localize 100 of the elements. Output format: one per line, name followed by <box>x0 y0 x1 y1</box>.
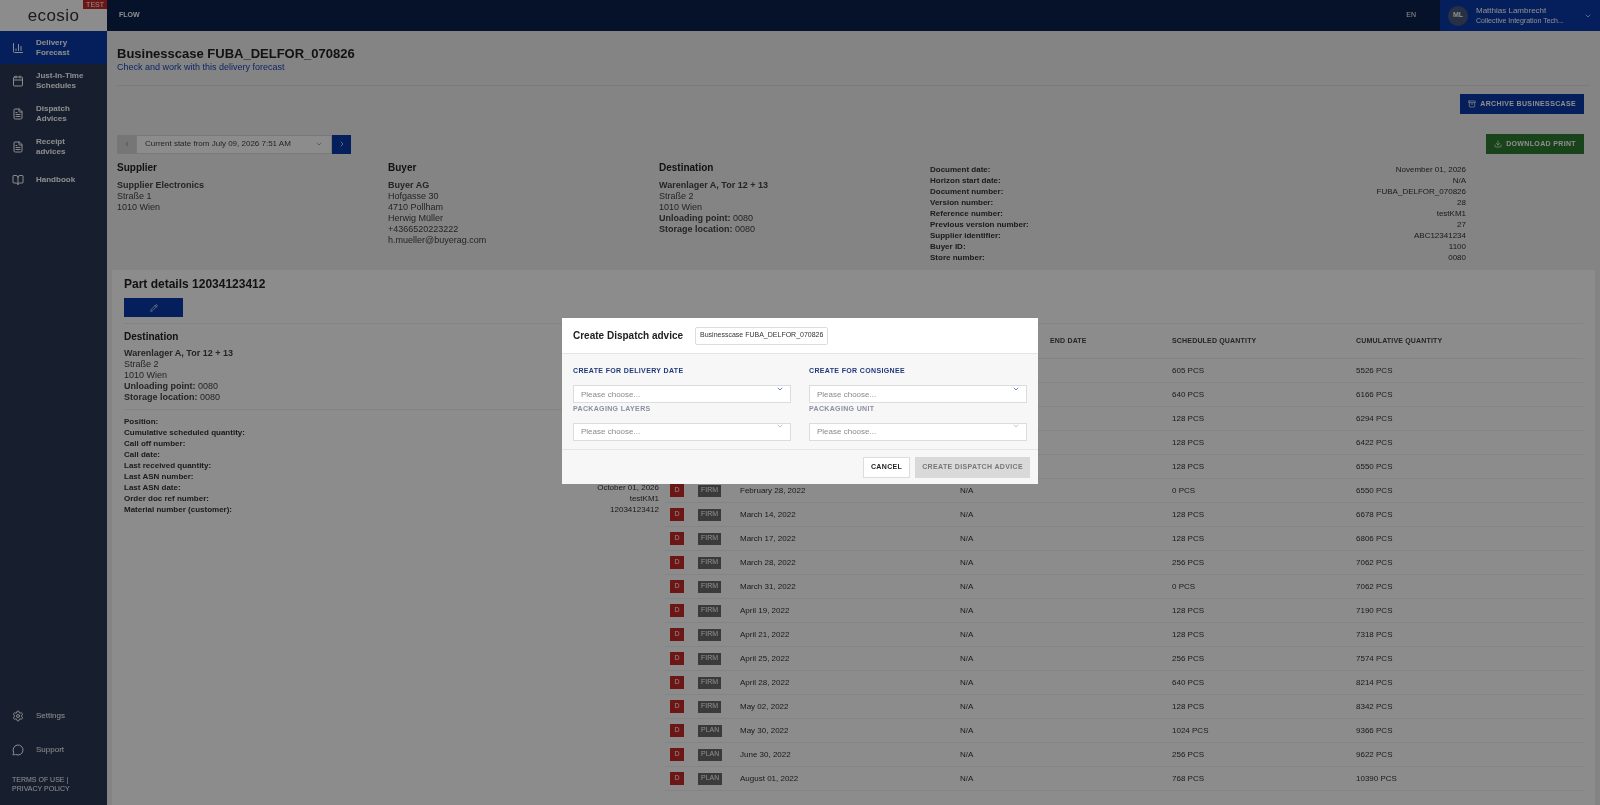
table-cell: N/A <box>960 700 974 713</box>
table-cell: 6678 PCS <box>1356 508 1393 521</box>
info-label: Buyer ID: <box>930 241 966 252</box>
sidebar-icon <box>12 41 24 54</box>
sidebar-item[interactable]: Just-In-Time Schedules <box>0 64 107 97</box>
table-cell: 6422 PCS <box>1356 436 1393 449</box>
info-value: 0080 <box>1448 252 1466 263</box>
address-line: Straße 2 <box>124 359 159 370</box>
address-line: Straße 1 <box>117 191 152 202</box>
detail-label: Call off number: <box>124 437 186 450</box>
detail-label: Cumulative scheduled quantity: <box>124 426 245 439</box>
table-cell: 128 PCS <box>1172 460 1205 473</box>
address-line: 1010 Wien <box>659 202 703 213</box>
table-cell: 7062 PCS <box>1356 580 1393 593</box>
table-cell: 8342 PCS <box>1356 700 1393 713</box>
table-cell: 128 PCS <box>1172 700 1205 713</box>
table-cell: 256 PCS <box>1172 652 1205 665</box>
table-cell: N/A <box>960 556 974 569</box>
sidebar-icon <box>12 140 24 153</box>
table-cell: N/A <box>960 724 974 737</box>
address-line: Buyer AG <box>388 180 430 191</box>
table-cell: 640 PCS <box>1172 388 1205 401</box>
info-value: 27 <box>1457 219 1466 230</box>
info-value: testKM1 <box>1436 208 1466 219</box>
table-cell: February 28, 2022 <box>740 484 806 497</box>
info-label: Document date: <box>930 164 991 175</box>
sidebar-item[interactable]: Receipt advices <box>0 130 107 163</box>
table-cell: 6166 PCS <box>1356 388 1393 401</box>
sidebar-item[interactable]: Dispatch Advices <box>0 97 107 130</box>
address-line: 1010 Wien <box>124 370 168 381</box>
address-line: 4710 Pollham <box>388 202 444 213</box>
table-cell: March 17, 2022 <box>740 532 796 545</box>
section-heading: Buyer <box>388 161 417 175</box>
pencil-icon <box>149 303 158 312</box>
sidebar-icon <box>12 74 24 87</box>
edit-button[interactable] <box>124 298 183 317</box>
detail-label: Material number (customer): <box>124 503 233 516</box>
address-line: Herwig Müller <box>388 213 443 224</box>
dialog-title: Create Dispatch advice <box>573 329 684 343</box>
download-icon <box>1494 140 1503 148</box>
address-line: Warenlager A, Tor 12 + 13 <box>124 348 233 359</box>
sidebar-icon <box>12 744 24 756</box>
address-line: Unloading point: 0080 <box>659 213 753 224</box>
info-label: Previous version number: <box>930 219 1029 230</box>
address-line: Storage location: 0080 <box>659 224 756 235</box>
table-cell: March 31, 2022 <box>740 580 796 593</box>
table-cell: N/A <box>960 580 974 593</box>
select-field[interactable]: Please choose... <box>573 385 791 403</box>
table-cell: April 28, 2022 <box>740 676 790 689</box>
sidebar-item[interactable]: Support <box>0 733 107 767</box>
address-line: Straße 2 <box>659 191 694 202</box>
table-cell: N/A <box>960 748 974 761</box>
detail-label: Position: <box>124 415 159 428</box>
table-cell: 7574 PCS <box>1356 652 1393 665</box>
table-cell: 7190 PCS <box>1356 604 1393 617</box>
table-cell: 128 PCS <box>1172 604 1205 617</box>
table-cell: 9622 PCS <box>1356 748 1393 761</box>
info-value: N/A <box>1452 175 1466 186</box>
table-cell: May 30, 2022 <box>740 724 789 737</box>
caret-icon <box>1012 422 1020 430</box>
address-line: Hofgasse 30 <box>388 191 439 202</box>
detail-label: Last received quantity: <box>124 459 212 472</box>
table-cell: N/A <box>960 772 974 785</box>
user-name: Matthias Lambrecht <box>1476 6 1548 16</box>
section-heading: Destination <box>124 330 179 344</box>
table-cell: N/A <box>960 676 974 689</box>
table-cell: 128 PCS <box>1172 412 1205 425</box>
table-cell: April 25, 2022 <box>740 652 790 665</box>
address-line: Supplier Electronics <box>117 180 205 191</box>
table-cell: 768 PCS <box>1172 772 1205 785</box>
info-value: 28 <box>1457 197 1466 208</box>
table-cell: 0 PCS <box>1172 580 1196 593</box>
detail-value: 12034123412 <box>610 503 659 516</box>
select-field[interactable]: Please choose... <box>809 385 1027 403</box>
table-cell: 605 PCS <box>1172 364 1205 377</box>
section-heading: Destination <box>659 161 714 175</box>
table-cell: N/A <box>960 484 974 497</box>
table-cell: 6806 PCS <box>1356 532 1393 545</box>
detail-label: Call date: <box>124 448 160 461</box>
detail-value: October 01, 2026 <box>597 481 659 494</box>
table-cell: 6550 PCS <box>1356 484 1393 497</box>
address-line: Warenlager A, Tor 12 + 13 <box>659 180 768 191</box>
sidebar-item[interactable]: Handbook <box>0 163 107 196</box>
previous-button[interactable] <box>117 134 136 154</box>
detail-label: Last ASN number: <box>124 470 194 483</box>
address-line: Storage location: 0080 <box>124 392 221 403</box>
info-value: ABC12341234 <box>1413 230 1466 241</box>
next-button[interactable] <box>332 134 351 154</box>
sidebar-item[interactable]: Settings <box>0 699 107 733</box>
table-cell: 256 PCS <box>1172 556 1205 569</box>
state-select[interactable]: Current state from July 09, 2026 7:51 AM <box>136 134 332 154</box>
caret-icon <box>776 422 784 430</box>
table-cell: April 19, 2022 <box>740 604 790 617</box>
table-cell: 5526 PCS <box>1356 364 1393 377</box>
archive-icon <box>1468 100 1477 108</box>
info-label: Horizon start date: <box>930 175 1001 186</box>
table-cell: N/A <box>960 532 974 545</box>
section-heading: Supplier <box>117 161 157 175</box>
info-value: 1100 <box>1448 241 1466 252</box>
sidebar-item[interactable]: Delivery Forecast <box>0 31 107 64</box>
